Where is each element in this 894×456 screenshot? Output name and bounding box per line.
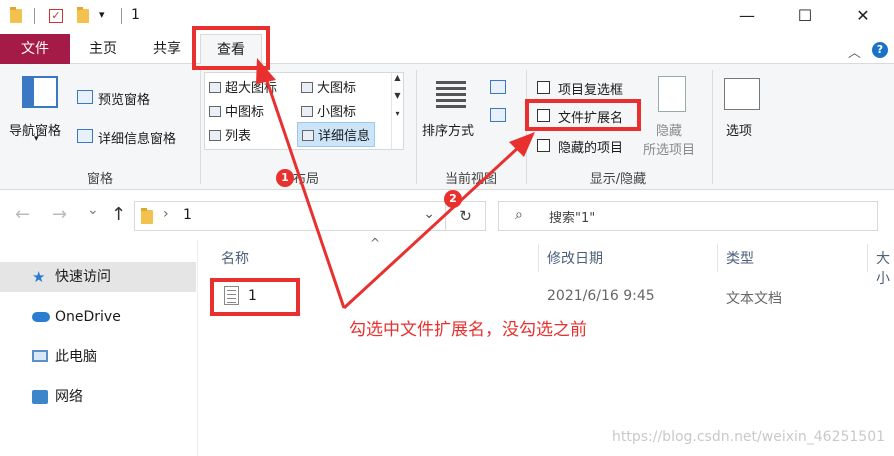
hide-selected-label-1[interactable]: 隐藏 [656,120,682,139]
address-bar[interactable]: › 1 ⌄ [134,201,446,231]
back-button[interactable]: ← [15,204,30,225]
large-icons-icon [301,82,313,93]
item-checkboxes-label[interactable]: 项目复选框 [558,79,623,98]
recent-locations-button[interactable]: ⌄ [87,202,99,218]
divider [416,70,417,184]
path-separator: › [163,206,169,222]
preview-pane-icon [77,90,93,104]
sort-by-button[interactable]: 排序方式 [422,120,474,139]
medium-icons-icon [209,106,221,117]
properties-icon[interactable]: ✓ [49,9,63,23]
column-divider[interactable] [717,244,718,272]
group-by-icon[interactable] [490,80,506,94]
search-input[interactable]: ⌕ 搜索"1" [498,201,878,231]
ribbon-panel: 导航窗格 ▾ 预览窗格 详细信息窗格 窗格 超大图标 大图标 中图标 小图标 列… [0,64,894,190]
layout-medium-icons[interactable]: 中图标 [209,101,264,120]
folder-icon [10,7,22,23]
ribbon-tabs: 文件 主页 共享 查看 ︿ ? [0,34,894,65]
divider [712,70,713,184]
annotation-note: 勾选中文件扩展名，没勾选之前 [349,320,587,340]
watermark: https://blog.csdn.net/weixin_46251501 [612,429,886,445]
nav-item-network[interactable]: 网络 [0,382,196,412]
nav-item-quick-access[interactable]: ★ 快速访问 [0,262,196,292]
up-button[interactable]: ↑ [111,204,126,225]
nav-item-this-pc[interactable]: 此电脑 [0,342,196,372]
star-icon: ★ [32,268,46,286]
tab-share[interactable]: 共享 [144,34,190,64]
tab-home[interactable]: 主页 [80,34,126,64]
title-bar: ✓ ▾ 1 — ☐ ✕ [0,0,894,34]
nav-item-onedrive[interactable]: OneDrive [0,302,196,332]
divider [121,8,122,24]
options-button[interactable]: 选项 [726,120,752,139]
step-badge-2: 2 [444,190,462,208]
collapse-ribbon-icon[interactable]: ︿ [848,42,861,61]
layout-details[interactable]: 详细信息 [297,122,376,147]
sort-ascending-icon: ^ [370,236,381,250]
preview-pane-button[interactable]: 预览窗格 [98,89,150,108]
column-modified[interactable]: 修改日期 [547,248,603,268]
show-hide-group-label: 显示/隐藏 [589,172,647,187]
help-icon[interactable]: ? [872,42,888,58]
add-columns-icon[interactable] [490,108,506,122]
hide-selected-label-2[interactable]: 所选项目 [643,139,695,158]
column-divider[interactable] [538,244,539,272]
customize-toolbar-dropdown[interactable]: ▾ [99,8,105,21]
item-checkboxes-checkbox[interactable] [537,81,550,94]
navigation-pane: ★ 快速访问 OneDrive 此电脑 网络 [0,240,198,456]
search-icon: ⌕ [515,207,523,223]
divider [200,70,201,184]
panes-group-label: 窗格 [86,172,113,187]
highlight-file [210,278,300,316]
layout-large-icons[interactable]: 大图标 [301,77,356,96]
file-type: 文本文档 [726,291,782,307]
layout-small-icons[interactable]: 小图标 [301,101,356,120]
column-name[interactable]: 名称 [221,248,249,268]
details-icon [302,130,314,141]
details-pane-button[interactable]: 详细信息窗格 [98,128,176,147]
folder-icon [141,208,153,224]
computer-icon [32,350,48,362]
highlight-view-tab [192,26,270,70]
step-badge-1: 1 [276,169,294,187]
current-view-group-label: 当前视图 [444,172,497,187]
hidden-items-label[interactable]: 隐藏的项目 [558,137,623,156]
path-segment[interactable]: 1 [183,207,192,223]
layout-gallery: 超大图标 大图标 中图标 小图标 列表 详细信息 ▲ ▼ ▾ [204,72,404,150]
maximize-button[interactable]: ☐ [782,0,828,32]
details-pane-icon [77,129,93,143]
layout-gallery-scroll[interactable]: ▲ ▼ ▾ [391,73,403,149]
file-modified: 2021/6/16 9:45 [547,288,655,304]
small-icons-icon [301,106,313,117]
highlight-file-extensions [525,99,641,131]
column-divider[interactable] [867,244,868,272]
layout-list[interactable]: 列表 [209,125,251,144]
list-icon [209,130,221,141]
options-icon [724,78,760,110]
divider [34,8,35,24]
address-dropdown[interactable]: ⌄ [423,206,435,222]
window-title: 1 [131,7,140,23]
hide-selected-icon [658,76,686,112]
column-type[interactable]: 类型 [726,248,754,268]
sort-by-icon [436,78,466,114]
tab-file[interactable]: 文件 [0,34,70,64]
layout-extra-large-icons[interactable]: 超大图标 [209,77,277,96]
chevron-down-icon: ▾ [34,134,39,144]
extra-large-icons-icon [209,82,221,93]
search-placeholder: 搜索"1" [549,211,596,226]
hidden-items-checkbox[interactable] [537,139,550,152]
cloud-icon [32,312,50,322]
file-list-header: ^ 名称 修改日期 类型 大小 [210,236,894,287]
minimize-button[interactable]: — [724,0,770,32]
new-folder-icon[interactable] [77,7,89,23]
table-row[interactable]: 1 2021/6/16 9:45 文本文档 [210,282,894,310]
close-button[interactable]: ✕ [840,0,886,32]
navigation-pane-icon[interactable] [22,76,58,108]
network-icon [32,390,48,404]
forward-button[interactable]: → [52,204,67,225]
